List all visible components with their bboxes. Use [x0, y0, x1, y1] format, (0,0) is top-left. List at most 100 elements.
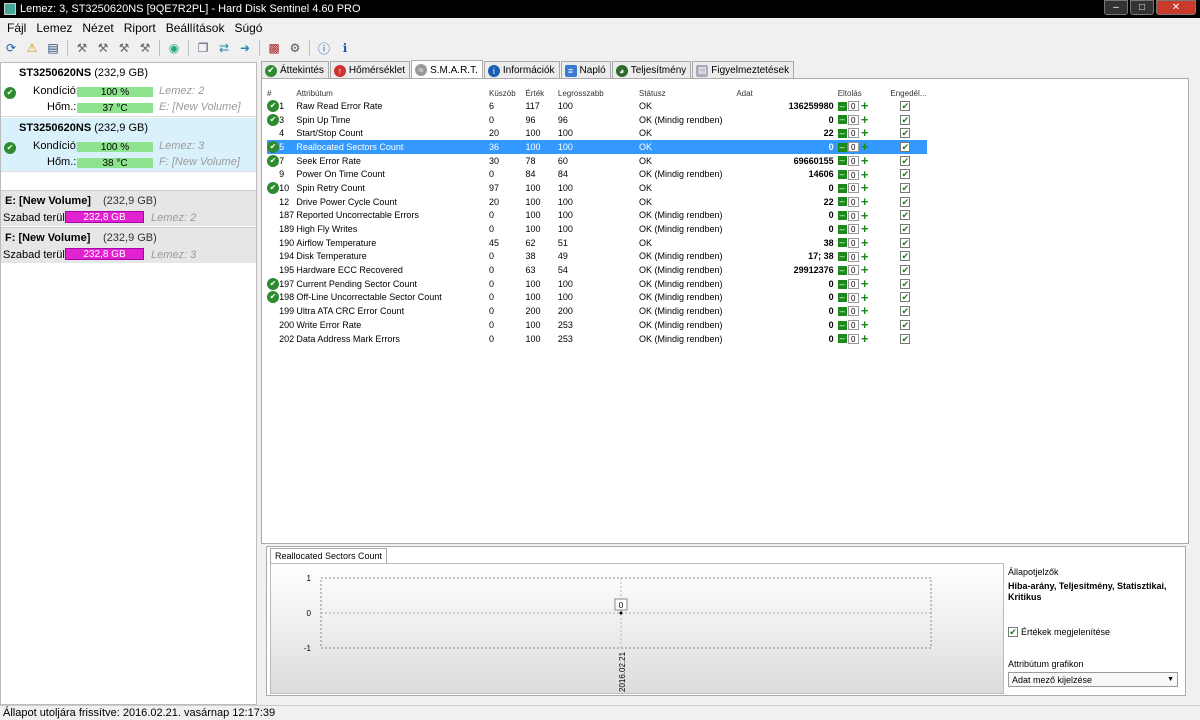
tab-information[interactable]: i Információk	[483, 61, 560, 79]
plus-icon[interactable]: +	[860, 263, 870, 276]
offset-value[interactable]: 0	[847, 128, 859, 139]
plus-icon[interactable]: +	[860, 99, 870, 112]
minus-icon[interactable]: –	[837, 334, 847, 344]
smart-row[interactable]: ✔ 3 Spin Up Time 0 96 96 OK (Mindig rendben) 0–…	[267, 113, 927, 127]
minus-icon[interactable]: –	[837, 197, 847, 207]
plus-icon[interactable]: +	[860, 181, 870, 194]
smart-row[interactable]: 4 Start/Stop Count 20 100 100 OK 22–0 + ✔	[267, 126, 927, 140]
minus-icon[interactable]: –	[837, 156, 847, 166]
enabled-checkbox[interactable]: ✔	[900, 114, 911, 125]
plus-icon[interactable]: +	[860, 304, 870, 317]
offset-value[interactable]: 0	[847, 279, 859, 290]
menu-settings[interactable]: Beállítások	[161, 21, 230, 35]
test-icon-4[interactable]: ⚒	[136, 39, 154, 57]
minus-icon[interactable]: –	[837, 224, 847, 234]
smart-row[interactable]: 202 Data Address Mark Errors 0 100 253 OK (Mi…	[267, 332, 927, 346]
enabled-checkbox[interactable]: ✔	[900, 265, 911, 276]
minus-icon[interactable]: –	[837, 252, 847, 262]
offset-value[interactable]: 0	[847, 142, 859, 153]
minimize-button[interactable]: –	[1104, 0, 1128, 15]
offset-value[interactable]: 0	[847, 224, 859, 235]
menu-view[interactable]: Nézet	[77, 21, 118, 35]
plus-icon[interactable]: +	[860, 222, 870, 235]
plus-icon[interactable]: +	[860, 236, 870, 249]
tab-overview[interactable]: ✔ Áttekintés	[261, 61, 329, 79]
enabled-checkbox[interactable]: ✔	[900, 251, 911, 262]
col-header[interactable]: Érték	[525, 87, 557, 99]
minus-icon[interactable]: –	[837, 306, 847, 316]
plus-icon[interactable]: +	[860, 250, 870, 263]
col-header[interactable]: Eltolás	[838, 87, 891, 99]
smart-row[interactable]: 9 Power On Time Count 0 84 84 OK (Mindig rend…	[267, 167, 927, 181]
minus-icon[interactable]: –	[837, 279, 847, 289]
smart-row[interactable]: ✔ 197 Current Pending Sector Count 0 100 100 O…	[267, 277, 927, 291]
plus-icon[interactable]: +	[860, 126, 870, 139]
offset-value[interactable]: 0	[847, 183, 859, 194]
plus-icon[interactable]: +	[860, 113, 870, 126]
refresh-icon[interactable]: ⟳	[2, 39, 20, 57]
alert-icon[interactable]: ⚠	[23, 39, 41, 57]
offset-value[interactable]: 0	[847, 114, 859, 125]
minus-icon[interactable]: –	[837, 265, 847, 275]
smart-row[interactable]: 187 Reported Uncorrectable Errors 0 100 100 O…	[267, 209, 927, 223]
smart-row[interactable]: 12 Drive Power Cycle Count 20 100 100 OK 22–0 +…	[267, 195, 927, 209]
plus-icon[interactable]: +	[860, 318, 870, 331]
settings-icon[interactable]: ⚙	[286, 39, 304, 57]
copy-icon[interactable]: ❐	[194, 39, 212, 57]
smart-row[interactable]: 190 Airflow Temperature 45 62 51 OK 38–0 + ✔	[267, 236, 927, 250]
plus-icon[interactable]: +	[860, 140, 870, 153]
enabled-checkbox[interactable]: ✔	[900, 169, 911, 180]
close-button[interactable]: ✕	[1156, 0, 1196, 15]
minus-icon[interactable]: –	[837, 183, 847, 193]
smart-row[interactable]: 195 Hardware ECC Recovered 0 63 54 OK (Mindig…	[267, 263, 927, 277]
minus-icon[interactable]: –	[837, 128, 847, 138]
enabled-checkbox[interactable]: ✔	[900, 182, 911, 193]
volume-item-f[interactable]: F: [New Volume] (232,9 GB) Szabad terüle…	[1, 227, 256, 263]
minus-icon[interactable]: –	[837, 142, 847, 152]
plus-icon[interactable]: +	[860, 332, 870, 345]
smart-row[interactable]: 189 High Fly Writes 0 100 100 OK (Mindig rend…	[267, 222, 927, 236]
graph-tab[interactable]: Reallocated Sectors Count	[270, 548, 388, 563]
plus-icon[interactable]: +	[860, 209, 870, 222]
tab-alerts[interactable]: ▤ Figyelmeztetések	[692, 61, 795, 79]
menu-report[interactable]: Riport	[119, 21, 161, 35]
minus-icon[interactable]: –	[837, 238, 847, 248]
smart-row[interactable]: ✔ 198 Off-Line Uncorrectable Sector Count 0…	[267, 291, 927, 305]
chart-icon[interactable]: ▩	[265, 39, 283, 57]
disk-item-3[interactable]: ST3250620NS (232,9 GB) ✔ Kondíció: 100 %…	[1, 118, 256, 172]
enabled-checkbox[interactable]: ✔	[900, 333, 911, 344]
offset-value[interactable]: 0	[847, 155, 859, 166]
offset-value[interactable]: 0	[847, 237, 859, 248]
minus-icon[interactable]: –	[837, 115, 847, 125]
test-icon-1[interactable]: ⚒	[73, 39, 91, 57]
smart-row[interactable]: 194 Disk Temperature 0 38 49 OK (Mindig rendb…	[267, 250, 927, 264]
enabled-checkbox[interactable]: ✔	[900, 306, 911, 317]
enabled-checkbox[interactable]: ✔	[900, 141, 911, 152]
menu-file[interactable]: Fájl	[2, 21, 31, 35]
offset-value[interactable]: 0	[847, 196, 859, 207]
enabled-checkbox[interactable]: ✔	[900, 292, 911, 303]
disk-item-2[interactable]: ST3250620NS (232,9 GB) ✔ Kondíció: 100 %…	[1, 63, 256, 117]
plus-icon[interactable]: +	[860, 277, 870, 290]
offset-value[interactable]: 0	[847, 251, 859, 262]
volume-item-e[interactable]: E: [New Volume] (232,9 GB) Szabad terüle…	[1, 190, 256, 226]
minus-icon[interactable]: –	[837, 101, 847, 111]
col-header[interactable]: Attribútum	[296, 87, 489, 99]
enabled-checkbox[interactable]: ✔	[900, 319, 911, 330]
offset-value[interactable]: 0	[847, 292, 859, 303]
help-icon[interactable]: ⓘ	[315, 39, 333, 57]
show-values-checkbox[interactable]: ✔	[1008, 627, 1018, 637]
minus-icon[interactable]: –	[837, 170, 847, 180]
tab-performance[interactable]: ◕ Teljesítmény	[611, 61, 692, 79]
col-header[interactable]: Engedél...	[890, 87, 927, 99]
offset-value[interactable]: 0	[847, 101, 859, 112]
tab-smart[interactable]: ≈ S.M.A.R.T.	[411, 60, 483, 79]
tab-log[interactable]: ≡ Napló	[560, 61, 611, 79]
transfer-icon[interactable]: ➜	[236, 39, 254, 57]
globe-icon[interactable]: ◉	[165, 39, 183, 57]
report-icon[interactable]: ▤	[44, 39, 62, 57]
smart-row[interactable]: ✔ 10 Spin Retry Count 97 100 100 OK 0–0 + ✔	[267, 181, 927, 195]
plus-icon[interactable]: +	[860, 168, 870, 181]
enabled-checkbox[interactable]: ✔	[900, 100, 911, 111]
offset-value[interactable]: 0	[847, 333, 859, 344]
